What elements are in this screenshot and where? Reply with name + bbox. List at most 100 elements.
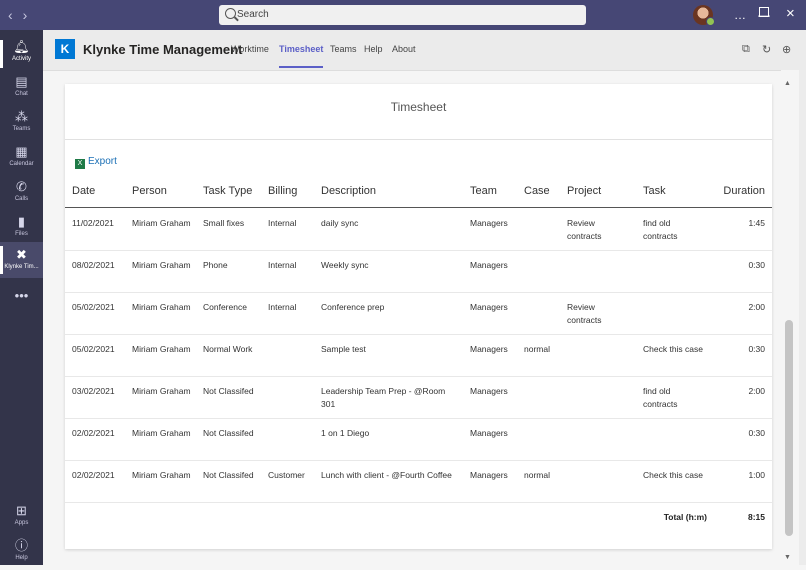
rail-item-files[interactable]: ▮ Files (0, 211, 43, 246)
close-icon[interactable]: × (786, 5, 795, 22)
title-bar: ‹› Search … — × (0, 0, 806, 30)
cell-date: 11/02/2021 (72, 218, 114, 228)
cell-person: Miriam Graham (132, 344, 191, 354)
back-arrow-icon[interactable]: ‹ (8, 7, 23, 23)
cell-person: Miriam Graham (132, 302, 191, 312)
left-rail: 🔔︎ Activity ▤ Chat ⁂ Teams ▦ Calendar ✆ … (0, 30, 43, 565)
column-header-team[interactable]: Team (470, 185, 497, 197)
cell-description: Sample test (321, 344, 366, 354)
cell-case: normal (524, 470, 550, 480)
cell-description: Lunch with client - @Fourth Coffee (321, 470, 452, 480)
tab-help[interactable]: Help (364, 44, 383, 54)
cell-billing: Internal (268, 302, 297, 312)
chat-icon: ▤ (15, 74, 28, 89)
maximize-icon[interactable] (759, 7, 769, 17)
cell-team: Managers (470, 428, 508, 438)
table-row[interactable]: 02/02/2021 Miriam Graham Not Classifed 1… (65, 418, 772, 461)
cell-team: Managers (470, 470, 508, 480)
rail-item-label: Calls (14, 196, 29, 202)
tab-teams[interactable]: Teams (330, 44, 357, 54)
cell-date: 05/02/2021 (72, 302, 115, 312)
column-header-billing[interactable]: Billing (268, 185, 297, 197)
teams-icon: ⁂ (15, 109, 28, 124)
tab-about[interactable]: About (392, 44, 416, 54)
apps-icon: ⊞ (16, 503, 27, 518)
file-icon: ▮ (17, 214, 26, 229)
cell-task: find old contracts (643, 386, 678, 409)
rail-item-label: Klynke Tim... (4, 264, 39, 270)
cell-description: Leadership Team Prep - @Room 301 (321, 386, 446, 409)
rail-item-apps[interactable]: ⊞ Apps (0, 500, 43, 535)
column-header-task-type[interactable]: Task Type (203, 185, 252, 197)
cell-team: Managers (470, 386, 508, 396)
page-title: Timesheet (390, 100, 447, 114)
table-row[interactable]: 02/02/2021 Miriam Graham Not Classifed C… (65, 460, 772, 503)
cell-person: Miriam Graham (132, 470, 191, 480)
phone-icon: ✆ (16, 179, 27, 194)
column-header-person[interactable]: Person (132, 185, 167, 197)
rail-item-klynke[interactable]: ✖ Klynke Tim... (0, 242, 43, 278)
presence-status-icon (706, 17, 715, 26)
scroll-down-icon[interactable]: ▼ (784, 554, 791, 561)
total-value: 8:15 (747, 512, 765, 522)
rail-item-label: Help (15, 555, 28, 561)
table-row[interactable]: 11/02/2021 Miriam Graham Small fixes Int… (65, 208, 772, 251)
rail-item-teams[interactable]: ⁂ Teams (0, 106, 43, 141)
forward-arrow-icon[interactable]: › (23, 7, 38, 23)
cell-team: Managers (470, 260, 508, 270)
rail-item-calls[interactable]: ✆ Calls (0, 176, 43, 211)
export-button[interactable]: X Export (75, 156, 117, 169)
popout-icon[interactable]: ⧉ (742, 43, 750, 56)
tab-timesheet[interactable]: Timesheet (279, 44, 324, 68)
window-edge (799, 70, 806, 565)
rail-item-calendar[interactable]: ▦ Calendar (0, 141, 43, 176)
scroll-up-icon[interactable]: ▲ (784, 80, 791, 87)
cell-description: Weekly sync (321, 260, 369, 270)
export-label: Export (88, 156, 117, 167)
cell-duration: 0:30 (748, 260, 765, 270)
cell-billing: Customer (268, 470, 305, 480)
timesheet-card: Timesheet X Export Date Person Task Type … (65, 84, 772, 549)
column-header-description[interactable]: Description (321, 185, 376, 197)
table-row[interactable]: 08/02/2021 Miriam Graham Phone Internal … (65, 250, 772, 293)
rail-item-chat[interactable]: ▤ Chat (0, 71, 43, 106)
table-row[interactable]: 05/02/2021 Miriam Graham Normal Work Sam… (65, 334, 772, 377)
reload-icon[interactable]: ↻ (762, 43, 771, 56)
cell-billing: Internal (268, 218, 297, 228)
scrollbar-thumb[interactable] (785, 320, 793, 536)
cell-team: Managers (470, 344, 508, 354)
ellipsis-icon[interactable]: … (734, 8, 746, 22)
rail-item-activity[interactable]: 🔔︎ Activity (0, 36, 43, 71)
cell-task-type: Normal Work (203, 344, 253, 354)
user-avatar[interactable] (693, 5, 715, 26)
rail-more-button[interactable]: ••• (0, 285, 43, 307)
cell-person: Miriam Graham (132, 218, 191, 228)
column-header-task[interactable]: Task (643, 185, 666, 197)
rail-item-label: Files (15, 231, 28, 237)
column-header-project[interactable]: Project (567, 185, 601, 197)
column-header-duration[interactable]: Duration (722, 185, 765, 197)
help-icon: ⓘ (14, 538, 28, 553)
cell-team: Managers (470, 302, 508, 312)
search-input[interactable]: Search (219, 5, 586, 25)
total-label: Total (h:m) (663, 512, 707, 522)
klynke-icon: ✖ (16, 247, 27, 262)
cell-duration: 1:45 (748, 218, 765, 228)
cell-task-type: Not Classifed (203, 470, 254, 480)
cell-duration: 0:30 (748, 344, 765, 354)
cell-date: 08/02/2021 (72, 260, 115, 270)
globe-icon[interactable]: ⊕ (782, 43, 791, 56)
cell-project: Review contracts (567, 218, 602, 241)
divider (65, 139, 772, 140)
search-icon (225, 8, 236, 19)
rail-item-label: Chat (15, 91, 28, 97)
rail-item-label: Teams (12, 126, 31, 132)
tab-worktime[interactable]: Worktime (231, 44, 269, 54)
column-header-date[interactable]: Date (72, 185, 95, 197)
nav-arrows[interactable]: ‹› (8, 7, 37, 23)
cell-task-type: Phone (203, 260, 228, 270)
table-row[interactable]: 05/02/2021 Miriam Graham Conference Inte… (65, 292, 772, 335)
cell-project: Review contracts (567, 302, 602, 325)
table-row[interactable]: 03/02/2021 Miriam Graham Not Classifed L… (65, 376, 772, 419)
column-header-case[interactable]: Case (524, 185, 550, 197)
